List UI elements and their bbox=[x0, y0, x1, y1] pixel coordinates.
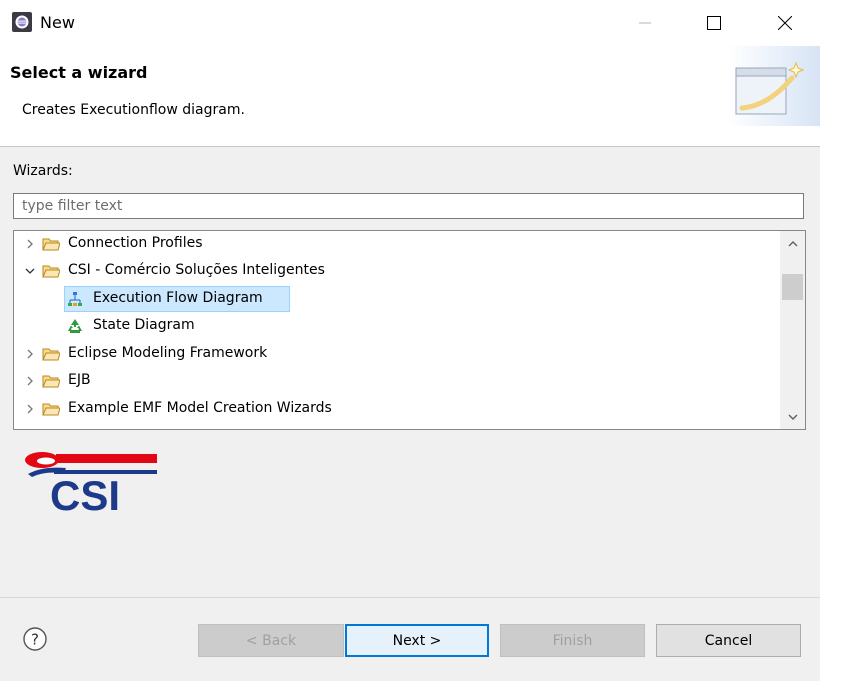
tree-item-state-diagram[interactable]: State Diagram bbox=[14, 313, 780, 340]
wizard-banner-icon bbox=[728, 46, 820, 126]
tree-item-label: EJB bbox=[68, 372, 91, 388]
wizard-tree[interactable]: Connection Profiles CSI - Comércio Soluç… bbox=[13, 230, 806, 430]
tree-item-label: Execution Flow Diagram bbox=[93, 290, 263, 306]
tree-item-label: State Diagram bbox=[93, 317, 195, 333]
tree-item-connection-profiles[interactable]: Connection Profiles bbox=[14, 231, 780, 258]
state-diagram-icon bbox=[68, 319, 82, 333]
tree-item-execution-flow-diagram[interactable]: Execution Flow Diagram bbox=[14, 286, 780, 313]
help-glyph: ? bbox=[31, 631, 39, 649]
tree-item-label: Example EMF Model Creation Wizards bbox=[68, 400, 332, 416]
tree-item-label: CSI - Comércio Soluções Inteligentes bbox=[68, 262, 325, 278]
folder-icon bbox=[42, 265, 60, 278]
eclipse-icon bbox=[12, 12, 32, 32]
chevron-right-icon[interactable] bbox=[24, 238, 36, 250]
maximize-button[interactable] bbox=[679, 0, 749, 46]
chevron-down-icon[interactable] bbox=[24, 265, 36, 277]
folder-icon bbox=[42, 375, 60, 388]
wizards-label: Wizards: bbox=[13, 163, 73, 179]
scroll-up-button[interactable] bbox=[780, 231, 805, 256]
scroll-thumb[interactable] bbox=[782, 274, 803, 300]
next-button[interactable]: Next > bbox=[345, 624, 489, 657]
csi-logo: CSI bbox=[25, 452, 157, 512]
chevron-right-icon[interactable] bbox=[24, 403, 36, 415]
minimize-button[interactable] bbox=[610, 0, 680, 46]
minimize-icon bbox=[639, 22, 651, 24]
window-title: New bbox=[40, 13, 75, 32]
tree-item-example-emf[interactable]: Example EMF Model Creation Wizards bbox=[14, 396, 780, 423]
maximize-icon bbox=[707, 16, 721, 30]
close-button[interactable] bbox=[750, 0, 820, 46]
page-title: Select a wizard bbox=[10, 63, 148, 82]
close-icon bbox=[778, 16, 792, 30]
filter-input[interactable] bbox=[13, 193, 804, 219]
folder-icon bbox=[42, 348, 60, 361]
new-wizard-dialog: New Select a wizard Creates Executionflo… bbox=[0, 0, 820, 681]
scroll-down-button[interactable] bbox=[780, 404, 805, 429]
folder-icon bbox=[42, 403, 60, 416]
folder-icon bbox=[42, 238, 60, 251]
tree-item-label: Eclipse Modeling Framework bbox=[68, 345, 268, 361]
back-button[interactable]: < Back bbox=[198, 624, 344, 657]
tree-item-csi[interactable]: CSI - Comércio Soluções Inteligentes bbox=[14, 258, 780, 285]
chevron-down-icon bbox=[788, 414, 797, 420]
chevron-right-icon[interactable] bbox=[24, 375, 36, 387]
cancel-button[interactable]: Cancel bbox=[656, 624, 801, 657]
page-description: Creates Executionflow diagram. bbox=[22, 102, 245, 118]
finish-button[interactable]: Finish bbox=[500, 624, 645, 657]
help-icon[interactable]: ? bbox=[22, 626, 48, 652]
button-bar-separator bbox=[0, 597, 820, 598]
tree-scrollbar[interactable] bbox=[780, 231, 805, 429]
tree-item-eclipse-modeling-framework[interactable]: Eclipse Modeling Framework bbox=[14, 341, 780, 368]
logo-text: CSI bbox=[50, 472, 120, 512]
wizard-header: Select a wizard Creates Executionflow di… bbox=[0, 46, 820, 147]
title-bar: New bbox=[0, 0, 820, 46]
tree-item-label: Connection Profiles bbox=[68, 235, 203, 251]
execution-flow-icon bbox=[68, 292, 82, 306]
tree-item-ejb[interactable]: EJB bbox=[14, 368, 780, 395]
chevron-up-icon bbox=[788, 240, 797, 246]
chevron-right-icon[interactable] bbox=[24, 348, 36, 360]
